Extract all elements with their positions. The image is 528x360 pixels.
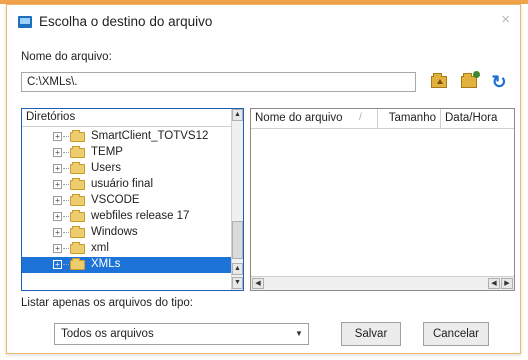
tree-connector <box>63 200 69 201</box>
expand-icon[interactable]: + <box>53 212 62 221</box>
tree-item-label: SmartClient_TOTVS12 <box>91 130 209 142</box>
column-header-size[interactable]: Tamanho <box>378 109 441 129</box>
tree-item-webfiles[interactable]: + webfiles release 17 <box>22 209 231 225</box>
chevron-down-icon[interactable]: ▼ <box>290 324 308 344</box>
folder-icon <box>70 146 85 158</box>
sort-indicator-icon: / <box>359 112 362 123</box>
expand-icon[interactable]: + <box>53 260 62 269</box>
save-button[interactable]: Salvar <box>341 322 401 346</box>
folder-icon <box>70 130 85 142</box>
app-window-icon <box>18 16 32 28</box>
filename-label: Nome do arquivo: <box>21 51 112 63</box>
tree-connector <box>63 152 69 153</box>
tree-item-label: Windows <box>91 226 138 238</box>
tree-connector <box>63 168 69 169</box>
tree-item-label: Users <box>91 162 122 174</box>
tree-item-label: xml <box>91 242 109 254</box>
scroll-up-icon[interactable]: ▲ <box>232 263 243 275</box>
file-type-select[interactable]: Todos os arquivos ▼ <box>54 323 309 345</box>
expand-icon[interactable]: + <box>53 164 62 173</box>
scroll-down-icon[interactable]: ▼ <box>232 277 243 289</box>
cancel-button[interactable]: Cancelar <box>423 322 489 346</box>
folder-up-button[interactable] <box>428 71 450 93</box>
tree-connector <box>63 184 69 185</box>
refresh-icon: ↻ <box>491 72 507 92</box>
file-type-label: Listar apenas os arquivos do tipo: <box>21 297 193 309</box>
path-input[interactable] <box>21 72 416 92</box>
expand-icon[interactable]: + <box>53 132 62 141</box>
column-header-name[interactable]: Nome do arquivo / <box>251 109 378 129</box>
expand-icon[interactable]: + <box>53 228 62 237</box>
scroll-left-icon[interactable]: ◀ <box>252 278 264 289</box>
directory-tree: + SmartClient_TOTVS12 + TEMP + Users + u… <box>22 129 231 273</box>
expand-icon[interactable]: + <box>53 148 62 157</box>
column-header-label: Nome do arquivo <box>255 112 343 124</box>
tree-connector <box>63 136 69 137</box>
folder-icon <box>70 178 85 190</box>
file-type-value: Todos os arquivos <box>61 328 154 340</box>
tree-item-label: VSCODE <box>91 194 140 206</box>
tree-item-label: webfiles release 17 <box>91 210 190 222</box>
folder-icon <box>70 226 85 238</box>
directories-header: Diretórios <box>22 109 232 127</box>
tree-connector <box>63 232 69 233</box>
directories-scrollbar[interactable]: ▲ ▲ ▼ <box>231 109 243 290</box>
scroll-thumb[interactable] <box>232 221 243 259</box>
files-horizontal-scrollbar[interactable]: ◀ ◀ ▶ <box>251 276 514 290</box>
folder-up-icon <box>431 73 447 88</box>
tree-item-label: usuário final <box>91 178 154 190</box>
directories-panel: Diretórios + SmartClient_TOTVS12 + TEMP … <box>21 108 244 291</box>
tree-connector <box>63 216 69 217</box>
tree-item-usuario-final[interactable]: + usuário final <box>22 177 231 193</box>
expand-icon[interactable]: + <box>53 180 62 189</box>
files-panel: Nome do arquivo / Tamanho Data/Hora ◀ ◀ … <box>250 108 515 291</box>
tree-item-xml[interactable]: + xml <box>22 241 231 257</box>
folder-icon <box>70 210 85 222</box>
scroll-left-icon[interactable]: ◀ <box>488 278 500 289</box>
tree-item-xmls[interactable]: + XMLs <box>22 257 231 273</box>
tree-item-users[interactable]: + Users <box>22 161 231 177</box>
folder-icon <box>70 194 85 206</box>
new-folder-icon <box>461 71 480 88</box>
dialog-title: Escolha o destino do arquivo <box>39 14 213 29</box>
tree-item-temp[interactable]: + TEMP <box>22 145 231 161</box>
tree-connector <box>63 248 69 249</box>
title-bar: Escolha o destino do arquivo × <box>7 5 520 37</box>
file-destination-dialog: Escolha o destino do arquivo × Nome do a… <box>6 4 521 354</box>
tree-connector <box>63 264 69 265</box>
scroll-up-icon[interactable]: ▲ <box>232 109 243 121</box>
tree-item-label: XMLs <box>91 258 121 270</box>
tree-item-vscode[interactable]: + VSCODE <box>22 193 231 209</box>
folder-icon <box>70 258 85 270</box>
column-header-datetime[interactable]: Data/Hora <box>441 109 514 129</box>
expand-icon[interactable]: + <box>53 244 62 253</box>
folder-icon <box>70 242 85 254</box>
new-folder-button[interactable] <box>458 71 480 93</box>
scroll-right-icon[interactable]: ▶ <box>501 278 513 289</box>
close-icon[interactable]: × <box>501 11 510 28</box>
folder-icon <box>70 162 85 174</box>
tree-item-smartclient[interactable]: + SmartClient_TOTVS12 <box>22 129 231 145</box>
tree-item-label: TEMP <box>91 146 123 158</box>
expand-icon[interactable]: + <box>53 196 62 205</box>
tree-item-windows[interactable]: + Windows <box>22 225 231 241</box>
refresh-button[interactable]: ↻ <box>488 71 510 93</box>
